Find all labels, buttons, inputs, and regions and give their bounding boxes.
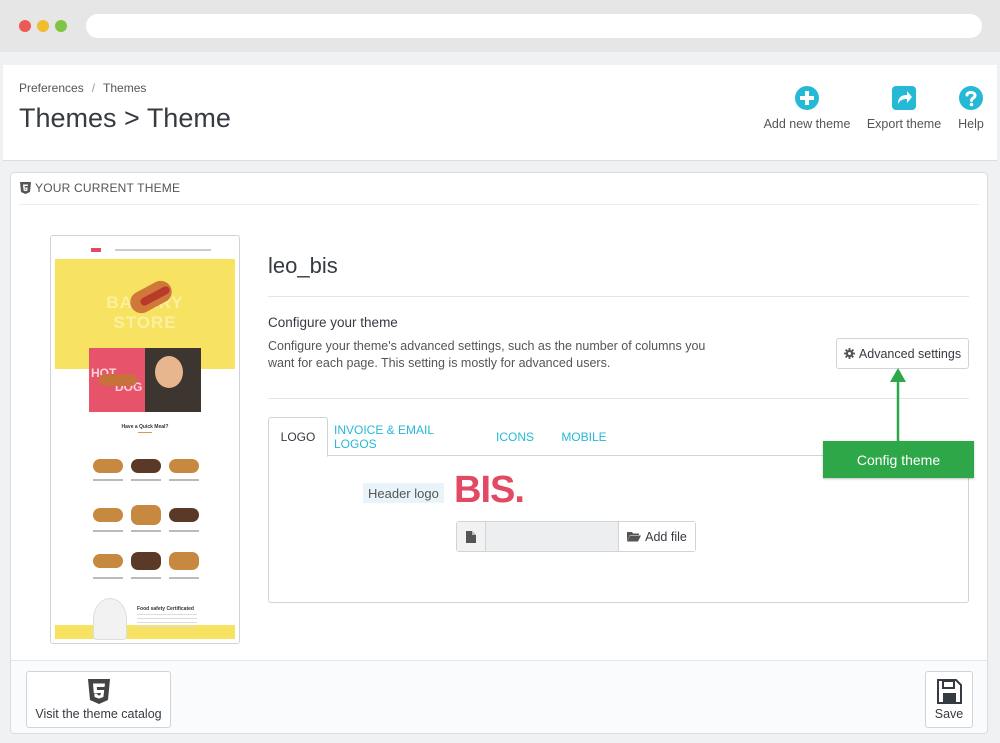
preview-product <box>169 459 199 473</box>
preview-product-label <box>93 479 123 481</box>
page: Preferences / Themes Themes > Theme Add ne… <box>0 52 1000 743</box>
html5-icon <box>20 182 31 194</box>
close-window-dot[interactable] <box>19 20 31 32</box>
plus-circle-icon <box>795 86 819 110</box>
preview-product <box>131 552 161 570</box>
tab-mobile[interactable]: MOBILE <box>554 417 614 456</box>
minimize-window-dot[interactable] <box>37 20 49 32</box>
add-new-theme-label: Add new theme <box>763 117 851 131</box>
add-new-theme-button[interactable]: Add new theme <box>759 85 855 131</box>
preview-heading-underline <box>138 432 152 433</box>
preview-product-label <box>131 530 161 532</box>
preview-certificate-title: Food safety Certificated <box>137 606 194 612</box>
tab-logo[interactable]: LOGO <box>268 417 328 457</box>
config-theme-annotation: Config theme <box>823 441 974 478</box>
export-theme-button[interactable]: Export theme <box>861 85 947 131</box>
panel-heading-divider <box>19 204 979 205</box>
advanced-settings-label: Advanced settings <box>858 346 962 361</box>
preview-product <box>93 459 123 473</box>
theme-name: leo_bis <box>268 253 338 278</box>
visit-theme-catalog-button[interactable]: Visit the theme catalog <box>26 671 171 728</box>
preview-product <box>169 552 199 570</box>
preview-product-label <box>93 530 123 532</box>
configure-description: Configure your theme's advanced settings… <box>268 339 706 370</box>
preview-product-label <box>131 577 161 579</box>
panel-footer: Visit the theme catalog Save <box>11 660 987 733</box>
page-header: Preferences / Themes Themes > Theme Add ne… <box>3 65 997 161</box>
preview-product-label <box>131 479 161 481</box>
logo-file-input[interactable] <box>486 522 618 551</box>
browser-chrome <box>0 0 1000 52</box>
preview-product <box>169 508 199 522</box>
breadcrumb-separator: / <box>91 81 96 95</box>
visit-theme-catalog-label: Visit the theme catalog <box>35 707 162 721</box>
share-icon <box>892 86 916 110</box>
header-logo-label: Header logo <box>363 483 444 503</box>
maximize-window-dot[interactable] <box>55 20 67 32</box>
logo-file-upload: Add file <box>456 521 696 552</box>
add-file-button[interactable]: Add file <box>618 522 695 551</box>
breadcrumb-preferences[interactable]: Preferences <box>19 81 84 95</box>
preview-product-label <box>93 577 123 579</box>
question-circle-icon <box>959 86 983 110</box>
divider <box>268 398 969 399</box>
divider <box>268 296 969 297</box>
address-bar[interactable] <box>86 14 982 38</box>
preview-product-label <box>169 577 199 579</box>
preview-product-label <box>169 530 199 532</box>
floppy-disk-icon <box>936 679 962 704</box>
preview-product <box>93 508 123 522</box>
folder-open-icon <box>627 532 642 542</box>
current-theme-panel: YOUR CURRENT THEME BAKERY STORE HOT DOG <box>10 172 988 734</box>
add-file-label: Add file <box>645 529 687 544</box>
preview-chef-image <box>93 598 127 640</box>
preview-nav-bar <box>55 239 235 259</box>
save-button[interactable]: Save <box>925 671 973 728</box>
advanced-settings-button[interactable]: Advanced settings <box>836 338 969 369</box>
export-theme-label: Export theme <box>866 117 942 131</box>
help-label: Help <box>958 117 984 131</box>
preview-product <box>131 505 161 525</box>
preview-promo-hotdog <box>99 374 137 386</box>
gear-icon <box>843 348 855 359</box>
theme-preview-image: BAKERY STORE HOT DOG Have a Quick Meal? <box>50 235 240 644</box>
panel-heading: YOUR CURRENT THEME <box>20 181 180 195</box>
tab-invoice-email-logos[interactable]: INVOICE & EMAIL LOGOS <box>334 417 474 456</box>
html5-icon <box>87 679 110 704</box>
save-label: Save <box>934 707 964 721</box>
preview-product-label <box>169 479 199 481</box>
breadcrumb: Preferences / Themes <box>19 81 146 95</box>
file-icon <box>466 530 476 543</box>
configure-title: Configure your theme <box>268 315 398 330</box>
help-button[interactable]: Help <box>952 85 990 131</box>
tab-icons[interactable]: ICONS <box>488 417 542 456</box>
header-logo-image: BIS. <box>454 469 525 511</box>
preview-certificate-text <box>137 614 197 628</box>
panel-heading-text: YOUR CURRENT THEME <box>35 181 181 195</box>
preview-product <box>131 459 161 473</box>
preview-section-heading: Have a Quick Meal? <box>121 424 169 430</box>
preview-hero-line2: STORE <box>113 313 177 332</box>
file-icon-box <box>457 522 486 551</box>
preview-product <box>93 554 123 568</box>
page-title: Themes > Theme <box>19 103 231 133</box>
breadcrumb-themes[interactable]: Themes <box>103 81 146 95</box>
preview-promo-face <box>155 356 183 388</box>
